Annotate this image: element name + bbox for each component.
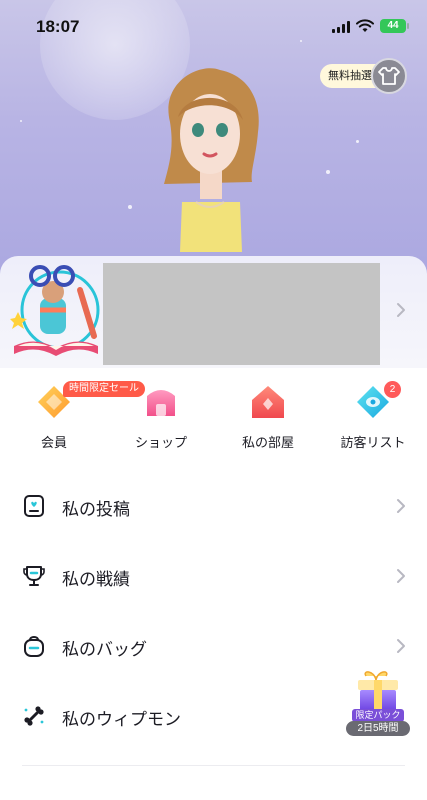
bone-icon: [24, 706, 44, 726]
free-lottery-label: 無料抽選: [328, 70, 372, 82]
status-bar: 18:07 44: [0, 0, 427, 50]
status-time: 18:07: [36, 17, 80, 36]
wifi-icon: [356, 19, 374, 32]
shop-icon: [147, 390, 175, 416]
quick-label-visitors: 訪客リスト: [340, 435, 406, 450]
divider: [22, 765, 405, 766]
post-icon: [24, 495, 44, 517]
redacted-profile-info: [103, 263, 380, 365]
row-label-my-wipmon: 私のウィプモン: [62, 710, 181, 729]
row-label-my-posts: 私の投稿: [62, 500, 130, 519]
row-my-records[interactable]: 私の戦績: [0, 546, 427, 606]
chevron-right-icon: [397, 569, 405, 583]
row-my-bag[interactable]: 私のバッグ: [0, 616, 427, 676]
profile-badge-art: [10, 265, 100, 356]
limited-sale-tag: 時間限定セール: [63, 381, 145, 397]
visitor-count-badge: 2: [384, 381, 401, 398]
trophy-icon: [23, 566, 45, 586]
quick-item-visitors[interactable]: 訪客リスト: [323, 382, 423, 451]
avatar-figure[interactable]: [140, 62, 280, 262]
sparkle: [356, 140, 359, 143]
row-label-my-records: 私の戦績: [62, 570, 130, 589]
chevron-right-icon: [397, 499, 405, 513]
room-icon: [252, 386, 284, 418]
quick-label-shop: ショップ: [134, 435, 187, 450]
quick-item-my-room[interactable]: 私の部屋: [218, 382, 318, 451]
signal-icon: [332, 21, 350, 33]
limited-pack-timer: 2日5時間: [346, 721, 410, 736]
bag-icon: [24, 636, 44, 657]
row-my-posts[interactable]: 私の投稿: [0, 476, 427, 536]
shirt-icon[interactable]: [371, 58, 407, 94]
sparkle: [20, 120, 22, 122]
sparkle: [326, 170, 330, 174]
quick-label-my-room: 私の部屋: [241, 435, 294, 450]
battery-level: 44: [387, 20, 399, 31]
battery-icon: 44: [380, 19, 409, 33]
sparkle: [128, 205, 132, 209]
quick-label-member: 会員: [40, 435, 67, 450]
row-label-my-bag: 私のバッグ: [62, 640, 147, 659]
chevron-right-icon[interactable]: [394, 301, 408, 319]
chevron-right-icon: [397, 639, 405, 653]
